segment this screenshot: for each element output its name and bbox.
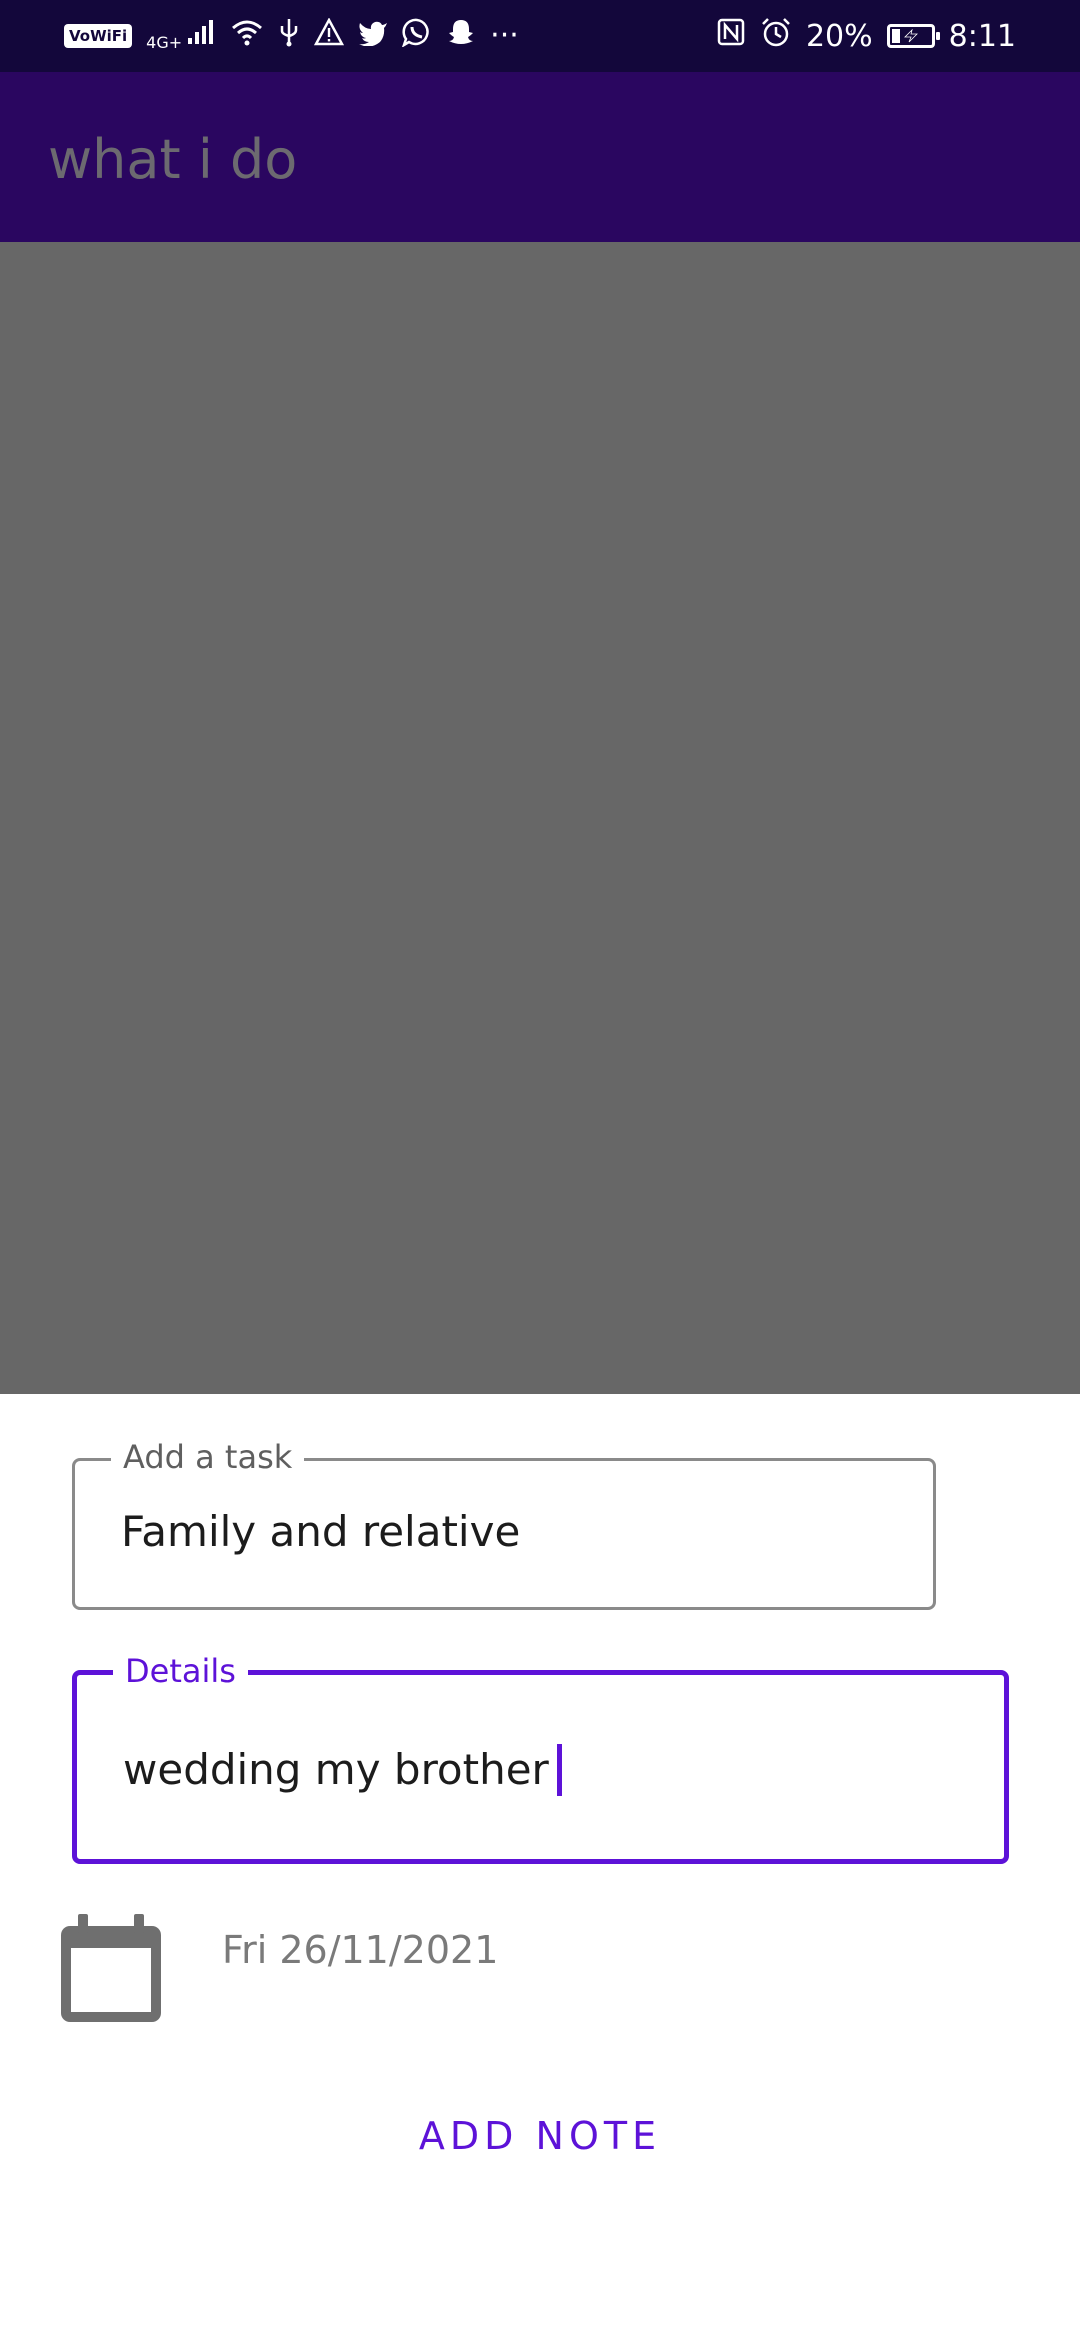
task-input[interactable]: Family and relative bbox=[121, 1507, 520, 1556]
more-notifications-icon: ··· bbox=[490, 18, 519, 53]
status-bar-right: 20% 8:11 bbox=[716, 16, 1016, 56]
app-bar: what i do bbox=[0, 72, 1080, 242]
nfc-icon bbox=[716, 17, 746, 55]
usb-icon bbox=[278, 17, 300, 55]
twitter-icon bbox=[358, 19, 388, 54]
text-cursor bbox=[556, 1743, 562, 1796]
due-date[interactable]: Fri 26/11/2021 bbox=[222, 1928, 498, 1972]
modal-scrim[interactable] bbox=[0, 242, 1080, 1394]
task-field[interactable]: Add a task Family and relative bbox=[72, 1437, 936, 1610]
whatsapp-icon bbox=[401, 17, 432, 55]
app-title: what i do bbox=[48, 128, 298, 191]
details-input[interactable]: wedding my brother bbox=[123, 1745, 549, 1794]
battery-level bbox=[891, 29, 900, 43]
snapchat-icon bbox=[446, 17, 476, 55]
add-note-button[interactable]: ADD NOTE bbox=[0, 2114, 1080, 2158]
warning-icon bbox=[314, 17, 345, 54]
status-bar: VoWiFi 4G+ ··· 20% 8:11 bbox=[0, 0, 1080, 72]
network-type: 4G+ bbox=[146, 33, 183, 52]
signal-icon bbox=[186, 18, 216, 54]
alarm-icon bbox=[760, 16, 792, 56]
wifi-icon bbox=[230, 18, 264, 54]
clock: 8:11 bbox=[948, 18, 1016, 54]
battery-charging-icon bbox=[886, 24, 940, 48]
task-field-label: Add a task bbox=[111, 1437, 305, 1477]
calendar-icon[interactable] bbox=[58, 1914, 164, 2024]
battery-percent: 20% bbox=[805, 18, 873, 54]
add-note-bottom-sheet: Add a task Family and relative Details w… bbox=[0, 1394, 1080, 2340]
details-field-label: Details bbox=[113, 1651, 248, 1691]
details-input-wrap[interactable]: wedding my brother bbox=[123, 1743, 562, 1796]
details-field[interactable]: Details wedding my brother bbox=[72, 1651, 1009, 1864]
status-bar-left: VoWiFi 4G+ ··· bbox=[64, 17, 519, 55]
vowifi-badge: VoWiFi bbox=[64, 24, 133, 48]
